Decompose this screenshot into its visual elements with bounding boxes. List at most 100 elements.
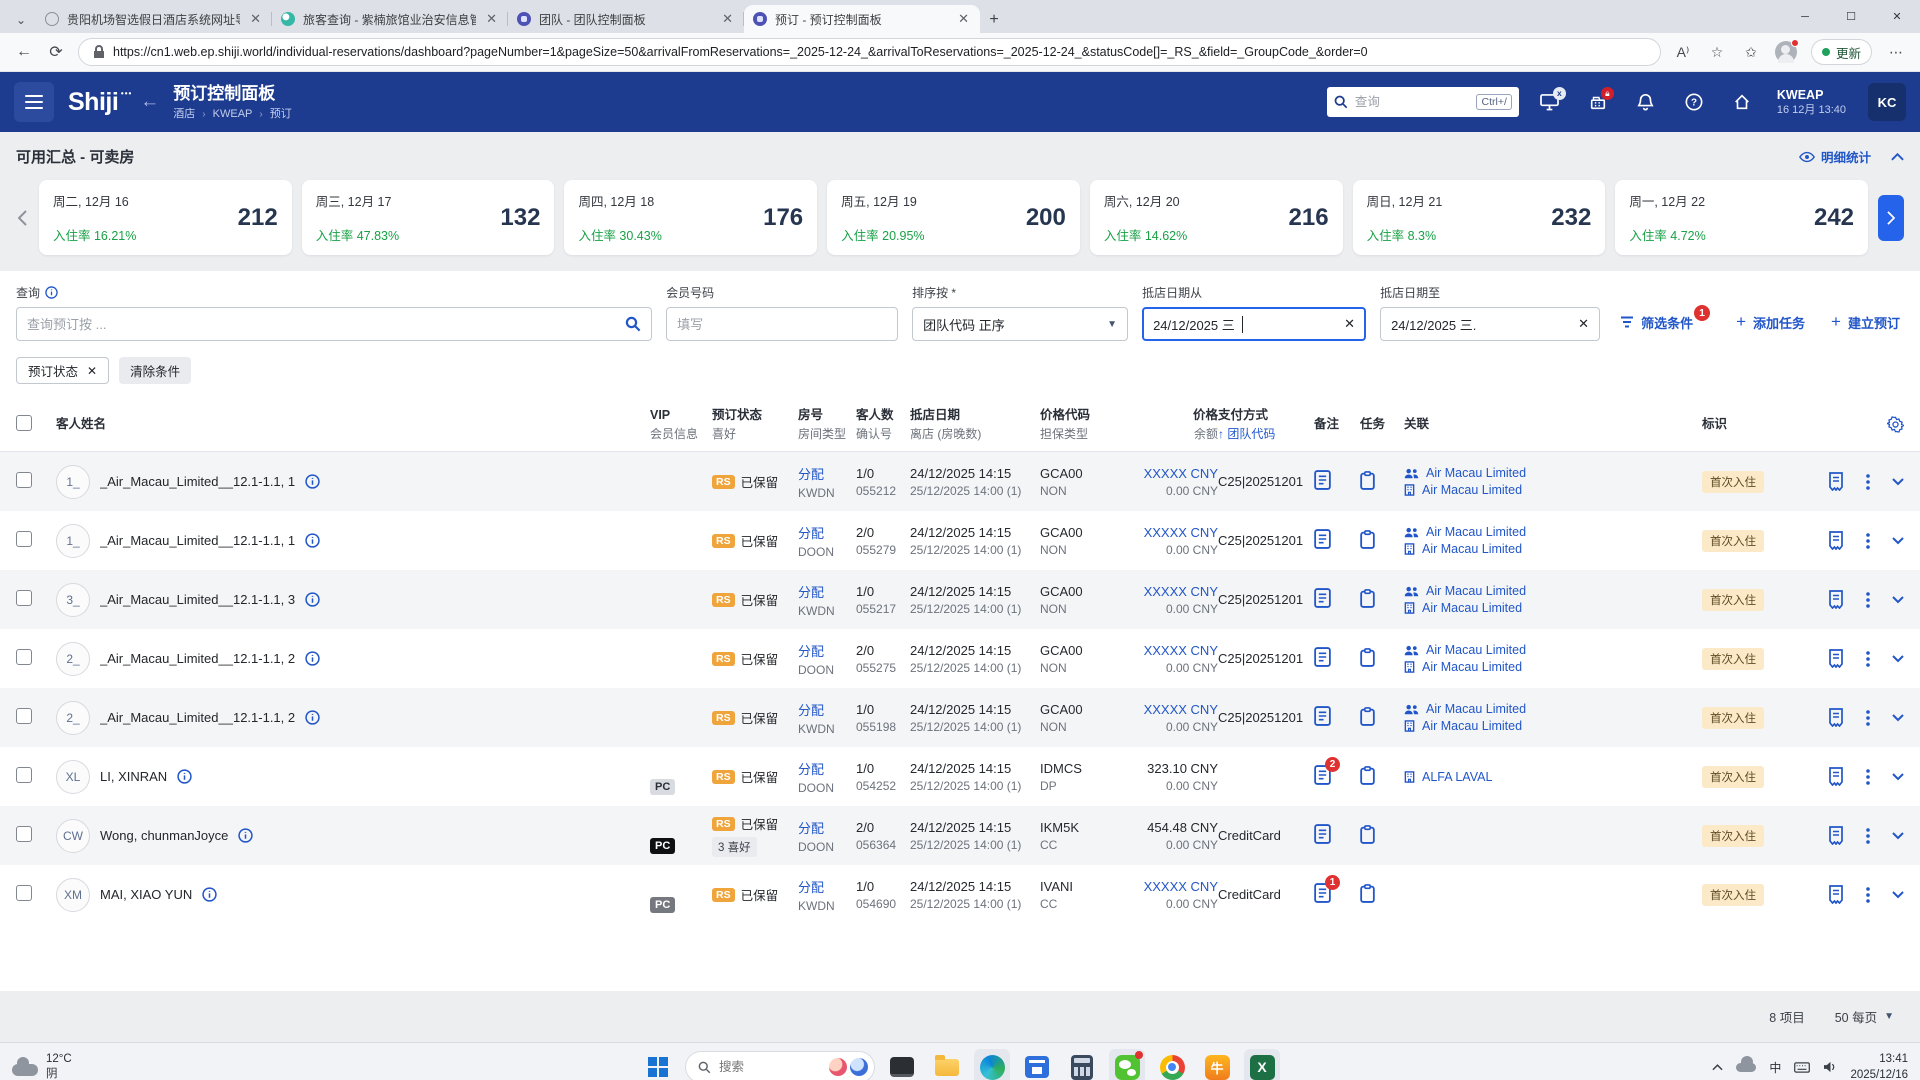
row-checkbox[interactable] [16,649,32,665]
row-checkbox[interactable] [16,708,32,724]
property-info[interactable]: KWEAP 16 12月 13:40 [1777,87,1846,118]
expand-row-chevron-icon[interactable] [1892,536,1904,545]
price-value[interactable]: 454.48 CNY [1134,820,1218,835]
registration-card-icon[interactable] [1828,885,1844,904]
window-close-button[interactable]: ✕ [1874,0,1920,33]
linked-profile[interactable]: Air Macau Limited [1404,660,1702,674]
user-avatar[interactable]: KC [1868,83,1906,121]
row-menu-kebab-icon[interactable] [1866,532,1870,549]
row-checkbox[interactable] [16,531,32,547]
room-assign-link[interactable]: 分配 [798,818,856,837]
linked-profile[interactable]: Air Macau Limited [1404,601,1702,615]
availability-card[interactable]: 周三, 12月 17 入住率 47.83% 132 [301,180,555,255]
calculator-app-icon[interactable] [1064,1049,1100,1080]
registration-card-icon[interactable] [1828,531,1844,550]
store-app-icon[interactable] [1019,1049,1055,1080]
futu-app-icon[interactable]: 牛 [1199,1049,1235,1080]
guest-info-icon[interactable] [305,474,320,489]
taskbar-clock[interactable]: 13:41 2025/12/16 [1850,1051,1908,1080]
row-checkbox[interactable] [16,885,32,901]
task-clipboard-icon[interactable] [1360,824,1375,844]
guest-info-icon[interactable] [177,769,192,784]
remove-chip-icon[interactable]: ✕ [87,364,97,378]
room-assign-link[interactable]: 分配 [798,464,856,483]
refresh-button[interactable]: ⟳ [46,42,66,62]
browser-profile-avatar[interactable] [1774,39,1799,63]
note-icon[interactable] [1314,588,1331,608]
breadcrumb-reservations[interactable]: 预订 [270,107,292,121]
terminal-app-icon[interactable] [884,1049,920,1080]
price-value[interactable]: XXXXX CNY [1134,702,1218,717]
price-value[interactable]: 323.10 CNY [1134,761,1218,776]
note-icon[interactable]: 1 [1314,875,1340,903]
table-row[interactable]: 1_ _Air_Macau_Limited__12.1-1.1, 1 RS 已保留… [0,452,1920,511]
create-reservation-button[interactable]: + 建立预订 [1831,312,1900,332]
add-task-button[interactable]: + 添加任务 [1736,312,1805,332]
favorites-bar-icon[interactable]: ✩ [1741,44,1761,61]
preferences-chip[interactable]: 3 喜好 [712,837,757,857]
browser-tab[interactable]: 贵阳机场智选假日酒店系统网址导 ✕ [36,5,272,33]
linked-profile[interactable]: Air Macau Limited [1404,643,1702,657]
row-menu-kebab-icon[interactable] [1866,709,1870,726]
room-assign-link[interactable]: 分配 [798,877,856,896]
search-submit-icon[interactable] [625,316,641,332]
price-value[interactable]: XXXXX CNY [1134,643,1218,658]
registration-card-icon[interactable] [1828,590,1844,609]
row-menu-kebab-icon[interactable] [1866,591,1870,608]
expand-row-chevron-icon[interactable] [1892,772,1904,781]
task-clipboard-icon[interactable] [1360,588,1375,608]
wechat-app-icon[interactable] [1109,1049,1145,1080]
linked-profile[interactable]: Air Macau Limited [1404,584,1702,598]
detail-statistics-link[interactable]: 明细统计 [1799,147,1871,166]
cards-prev-icon[interactable] [16,209,29,226]
expand-row-chevron-icon[interactable] [1892,477,1904,486]
registration-card-icon[interactable] [1828,767,1844,786]
tab-close-icon[interactable]: ✕ [720,11,735,27]
linked-profile[interactable]: Air Macau Limited [1404,466,1702,480]
row-menu-kebab-icon[interactable] [1866,768,1870,785]
availability-card[interactable]: 周四, 12月 18 入住率 30.43% 176 [564,180,818,255]
linked-profile[interactable]: Air Macau Limited [1404,702,1702,716]
task-clipboard-icon[interactable] [1360,765,1375,785]
table-row[interactable]: 3_ _Air_Macau_Limited__12.1-1.1, 3 RS 已保留… [0,570,1920,629]
note-icon[interactable]: 2 [1314,757,1340,785]
tab-close-icon[interactable]: ✕ [248,11,263,27]
row-menu-kebab-icon[interactable] [1866,886,1870,903]
guest-info-icon[interactable] [202,887,217,902]
col-guest-name[interactable]: 客人姓名 [56,415,650,434]
table-row[interactable]: XL LI, XINRAN PC RS 已保留 分配 DOON 1/0 054252 … [0,747,1920,806]
guest-info-icon[interactable] [305,592,320,607]
registration-card-icon[interactable] [1828,826,1844,845]
registration-card-icon[interactable] [1828,708,1844,727]
table-row[interactable]: 2_ _Air_Macau_Limited__12.1-1.1, 2 RS 已保留… [0,629,1920,688]
guest-name[interactable]: _Air_Macau_Limited__12.1-1.1, 1 [100,474,295,489]
task-clipboard-icon[interactable] [1360,529,1375,549]
price-value[interactable]: XXXXX CNY [1134,525,1218,540]
task-clipboard-icon[interactable] [1360,883,1375,903]
notifications-bell-icon[interactable] [1629,86,1663,119]
expand-row-chevron-icon[interactable] [1892,713,1904,722]
new-tab-button[interactable]: + [980,7,1008,33]
member-number-input[interactable] [677,316,888,332]
taskbar-search[interactable] [685,1051,875,1080]
query-input[interactable] [27,316,620,332]
price-value[interactable]: XXXXX CNY [1134,584,1218,599]
page-size-select[interactable]: 50 每页 ▼ [1835,1007,1894,1026]
edge-browser-icon[interactable] [974,1049,1010,1080]
room-assign-link[interactable]: 分配 [798,641,856,660]
guest-info-icon[interactable] [305,533,320,548]
room-assign-link[interactable]: 分配 [798,523,856,542]
task-clipboard-icon[interactable] [1360,647,1375,667]
guest-name[interactable]: Wong, chunmanJoyce [100,828,228,843]
room-assign-link[interactable]: 分配 [798,700,856,719]
info-icon[interactable] [45,286,58,299]
select-all-checkbox[interactable] [16,415,32,431]
note-icon[interactable] [1314,470,1331,490]
guest-name[interactable]: _Air_Macau_Limited__12.1-1.1, 3 [100,592,295,607]
excel-app-icon[interactable]: X [1244,1049,1280,1080]
expand-row-chevron-icon[interactable] [1892,890,1904,899]
global-search-input[interactable] [1354,95,1470,109]
browser-tab[interactable]: 旅客查询 - 紫楠旅馆业治安信息管 ✕ [272,5,508,33]
taskbar-weather-widget[interactable]: 12°C 阴 [12,1052,72,1080]
guest-info-icon[interactable] [305,651,320,666]
